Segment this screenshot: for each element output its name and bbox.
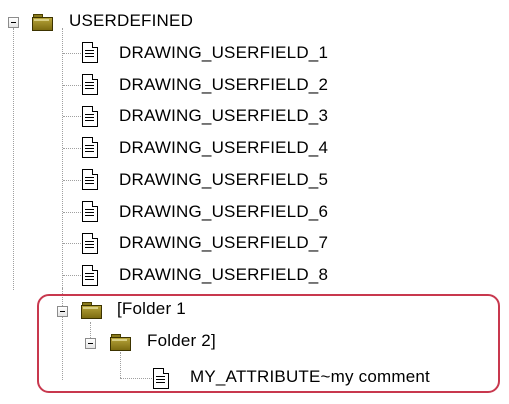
tree-node-label: Folder 2] [147, 331, 216, 350]
document-icon [82, 106, 98, 127]
tree-connector [62, 28, 63, 288]
document-icon [153, 368, 169, 389]
tree-connector [63, 275, 81, 276]
tree-connector [63, 212, 81, 213]
collapse-toggle-icon[interactable] [8, 17, 19, 28]
tree-connector [63, 85, 81, 86]
folder-icon [32, 14, 53, 31]
tree-connector [63, 243, 81, 244]
tree-node-label: [Folder 1 [117, 299, 186, 318]
tree-connector [63, 148, 81, 149]
folder-icon [81, 302, 102, 319]
document-icon [82, 265, 98, 286]
tree-node-label: DRAWING_USERFIELD_3 [119, 106, 329, 125]
document-icon [82, 42, 98, 63]
tree-connector [63, 116, 81, 117]
attribute-tree: USERDEFINED DRAWING_USERFIELD_1 DRAWING_… [0, 0, 509, 404]
tree-node-label: DRAWING_USERFIELD_6 [119, 202, 329, 221]
folder-icon [110, 334, 131, 351]
document-icon [82, 233, 98, 254]
tree-connector [63, 180, 81, 181]
tree-node-label: DRAWING_USERFIELD_2 [119, 75, 329, 94]
tree-node-label: MY_ATTRIBUTE~my comment [190, 367, 430, 386]
tree-node-label: USERDEFINED [69, 11, 194, 30]
document-icon [82, 137, 98, 158]
tree-node-label: DRAWING_USERFIELD_5 [119, 170, 329, 189]
tree-connector [13, 28, 14, 290]
tree-node-label: DRAWING_USERFIELD_1 [119, 43, 329, 62]
document-icon [82, 169, 98, 190]
tree-node-label: DRAWING_USERFIELD_4 [119, 138, 329, 157]
tree-connector [63, 53, 81, 54]
document-icon [82, 74, 98, 95]
document-icon [82, 201, 98, 222]
collapse-toggle-icon[interactable] [85, 338, 96, 349]
tree-node-label: DRAWING_USERFIELD_7 [119, 233, 329, 252]
tree-node-label: DRAWING_USERFIELD_8 [119, 265, 329, 284]
collapse-toggle-icon[interactable] [57, 306, 68, 317]
